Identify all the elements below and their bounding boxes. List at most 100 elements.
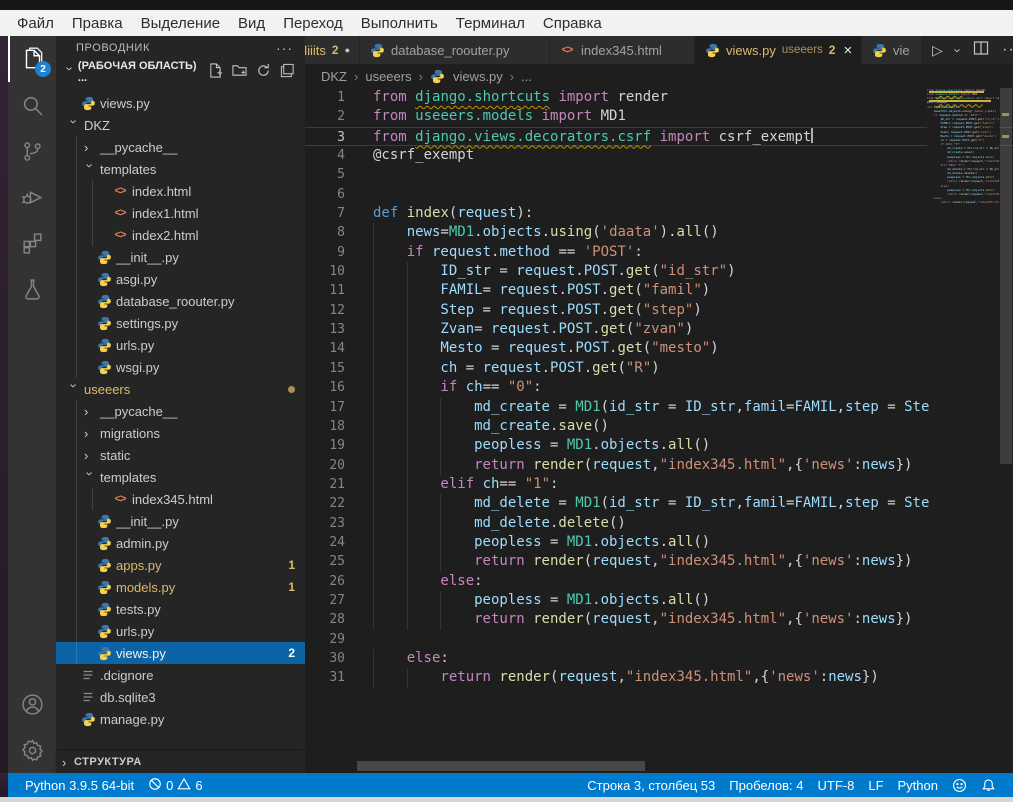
code-line-14[interactable]: 14Mesto = request.POST.get("mesto") [305, 339, 1013, 358]
code-line-30[interactable]: 30else: [305, 649, 1013, 668]
code-line-20[interactable]: 20return render(request,"index345.html",… [305, 456, 1013, 475]
tree-item-models.py[interactable]: models.py1 [56, 576, 305, 598]
more-actions-icon[interactable]: ··· [1002, 41, 1013, 59]
close-tab-icon[interactable]: × [843, 42, 852, 59]
code-line-25[interactable]: 25return render(request,"index345.html",… [305, 552, 1013, 571]
settings-icon[interactable] [8, 727, 56, 773]
new-folder-icon[interactable] [232, 63, 247, 81]
tree-item-.dcignore[interactable]: .dcignore [56, 664, 305, 686]
code-line-27[interactable]: 27peopless = MD1.objects.all() [305, 591, 1013, 610]
outline-section-header[interactable]: › СТРУКТУРА [56, 751, 305, 773]
code-line-29[interactable]: 29 [305, 630, 1013, 649]
tree-item-wsgi.py[interactable]: wsgi.py [56, 356, 305, 378]
cursor-position-status[interactable]: Строка 3, столбец 53 [580, 778, 722, 793]
run-debug-icon[interactable] [8, 174, 56, 220]
tree-item-migrations[interactable]: ›migrations [56, 422, 305, 444]
code-line-1[interactable]: 1from django.shortcuts import render [305, 88, 1013, 107]
menu-item-4[interactable]: Переход [274, 15, 352, 32]
tree-item-__pycache__[interactable]: ›__pycache__ [56, 400, 305, 422]
breadcrumb-item-useeers[interactable]: useeers [365, 69, 411, 84]
code-line-11[interactable]: 11FAMIL= request.POST.get("famil") [305, 281, 1013, 300]
explorer-icon[interactable]: 2 [8, 36, 56, 82]
testing-icon[interactable] [8, 266, 56, 312]
tab-vie[interactable]: vie [862, 36, 922, 64]
indentation-status[interactable]: Пробелов: 4 [722, 778, 810, 793]
code-line-19[interactable]: 19peopless = MD1.objects.all() [305, 436, 1013, 455]
tree-item-index2.html[interactable]: <>index2.html [56, 224, 305, 246]
menu-item-0[interactable]: Файл [8, 15, 63, 32]
tab-views.py[interactable]: views.pyuseeers2× [695, 36, 862, 64]
code-line-3[interactable]: 3from django.views.decorators.csrf impor… [305, 127, 1013, 146]
tree-item-tests.py[interactable]: tests.py [56, 598, 305, 620]
breadcrumb-item-views.py[interactable]: views.py [453, 69, 503, 84]
python-interpreter-status[interactable]: Python 3.9.5 64-bit [18, 778, 141, 793]
code-line-9[interactable]: 9if request.method == 'POST': [305, 243, 1013, 262]
code-line-10[interactable]: 10ID_str = request.POST.get("id_str") [305, 262, 1013, 281]
split-editor-icon[interactable] [973, 40, 989, 61]
tree-item-templates[interactable]: ›templates [56, 466, 305, 488]
code-line-6[interactable]: 6 [305, 185, 1013, 204]
menu-item-3[interactable]: Вид [229, 15, 274, 32]
menu-item-7[interactable]: Справка [534, 15, 611, 32]
vertical-scrollbar-thumb[interactable] [1000, 88, 1012, 464]
tree-item-database_roouter.py[interactable]: database_roouter.py [56, 290, 305, 312]
language-mode-status[interactable]: Python [891, 778, 945, 793]
code-line-22[interactable]: 22md_delete = MD1(id_str = ID_str,famil=… [305, 494, 1013, 513]
code-line-28[interactable]: 28return render(request,"index345.html",… [305, 610, 1013, 629]
breadcrumb-item-...[interactable]: ... [521, 69, 532, 84]
workspace-section-header[interactable]: › (РАБОЧАЯ ОБЛАСТЬ) ... [56, 60, 305, 84]
code-line-8[interactable]: 8news=MD1.objects.using('daata').all() [305, 223, 1013, 242]
tree-item-index.html[interactable]: <>index.html [56, 180, 305, 202]
tree-item-DKZ[interactable]: ›DKZ [56, 114, 305, 136]
sidebar-more-actions-icon[interactable]: ··· [276, 40, 293, 56]
tab-index345.html[interactable]: <>index345.html [550, 36, 695, 64]
tree-item-apps.py[interactable]: apps.py1 [56, 554, 305, 576]
tree-item-templates[interactable]: ›templates [56, 158, 305, 180]
code-line-17[interactable]: 17md_create = MD1(id_str = ID_str,famil=… [305, 398, 1013, 417]
dirty-dot-icon[interactable]: ● [345, 45, 350, 55]
code-line-5[interactable]: 5 [305, 165, 1013, 184]
tree-item-index345.html[interactable]: <>index345.html [56, 488, 305, 510]
code-line-12[interactable]: 12Step = request.POST.get("step") [305, 301, 1013, 320]
breadcrumb-item-DKZ[interactable]: DKZ [321, 69, 347, 84]
code-line-2[interactable]: 2from useeers.models import MD1 [305, 107, 1013, 126]
tree-item-views.py[interactable]: views.py2 [56, 642, 305, 664]
code-line-18[interactable]: 18md_create.save() [305, 417, 1013, 436]
extensions-icon[interactable] [8, 220, 56, 266]
code-line-15[interactable]: 15ch = request.POST.get("R") [305, 359, 1013, 378]
tree-item-admin.py[interactable]: admin.py [56, 532, 305, 554]
code-line-16[interactable]: 16if ch== "0": [305, 378, 1013, 397]
code-line-23[interactable]: 23md_delete.delete() [305, 514, 1013, 533]
menu-item-2[interactable]: Выделение [132, 15, 229, 32]
tree-item-urls.py[interactable]: urls.py [56, 334, 305, 356]
tree-item-urls.py[interactable]: urls.py [56, 620, 305, 642]
tree-item-__init__.py[interactable]: __init__.py [56, 246, 305, 268]
tree-item-manage.py[interactable]: manage.py [56, 708, 305, 730]
tree-item-useeers[interactable]: ›useeers [56, 378, 305, 400]
code-line-7[interactable]: 7def index(request): [305, 204, 1013, 223]
tree-item-index1.html[interactable]: <>index1.html [56, 202, 305, 224]
horizontal-scrollbar-thumb[interactable] [357, 761, 645, 771]
tab-diiits[interactable]: diiits2● [305, 36, 360, 64]
tree-item-settings.py[interactable]: settings.py [56, 312, 305, 334]
account-icon[interactable] [8, 681, 56, 727]
code-line-13[interactable]: 13Zvan= request.POST.get("zvan") [305, 320, 1013, 339]
tree-item-__init__.py[interactable]: __init__.py [56, 510, 305, 532]
tree-item-static[interactable]: ›static [56, 444, 305, 466]
run-dropdown-chevron-icon[interactable]: › [950, 48, 965, 52]
search-icon[interactable] [8, 82, 56, 128]
menu-item-5[interactable]: Выполнить [352, 15, 447, 32]
notifications-bell-icon[interactable] [974, 778, 1003, 793]
eol-status[interactable]: LF [861, 778, 890, 793]
tree-item-__pycache__[interactable]: ›__pycache__ [56, 136, 305, 158]
new-file-icon[interactable] [208, 63, 223, 81]
menu-item-6[interactable]: Терминал [447, 15, 534, 32]
encoding-status[interactable]: UTF-8 [811, 778, 862, 793]
tree-item-asgi.py[interactable]: asgi.py [56, 268, 305, 290]
code-line-26[interactable]: 26else: [305, 572, 1013, 591]
tab-database_roouter.py[interactable]: database_roouter.py [360, 36, 550, 64]
run-python-file-icon[interactable]: ▷ [932, 42, 943, 59]
code-line-21[interactable]: 21elif ch== "1": [305, 475, 1013, 494]
menu-item-1[interactable]: Правка [63, 15, 132, 32]
code-line-24[interactable]: 24peopless = MD1.objects.all() [305, 533, 1013, 552]
